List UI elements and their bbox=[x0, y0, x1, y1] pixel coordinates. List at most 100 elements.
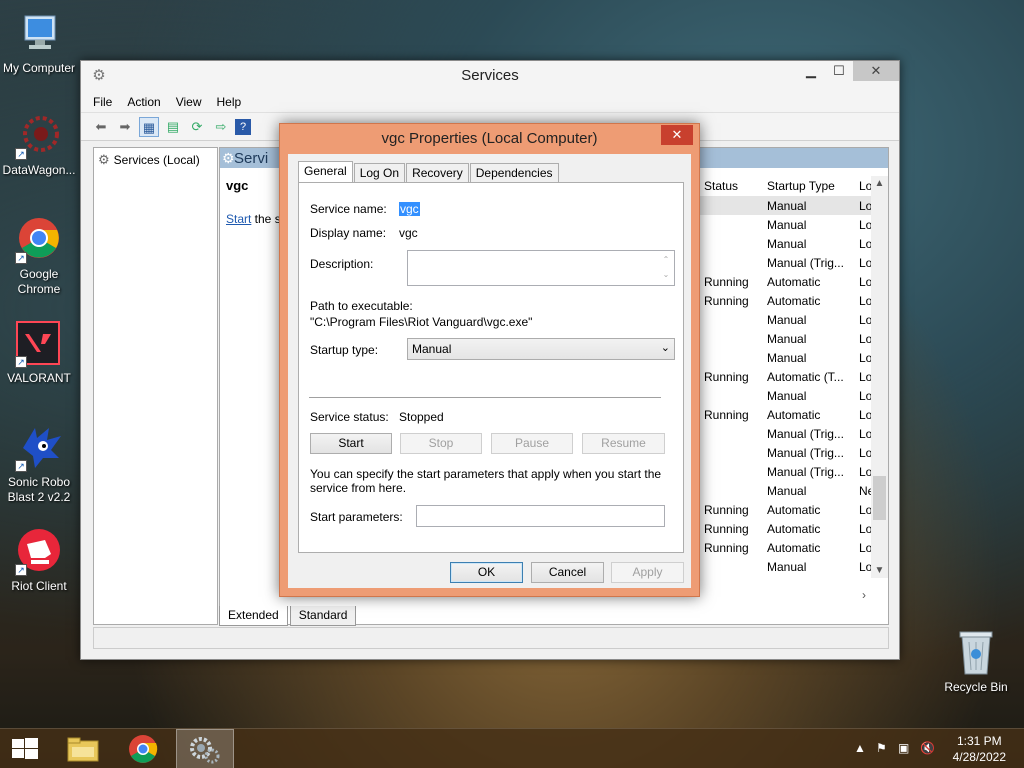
table-row[interactable]: Manual (Trig... Lo bbox=[700, 462, 878, 481]
tab-standard[interactable]: Standard bbox=[289, 606, 357, 626]
startup-type-select[interactable]: Manual ⌄ bbox=[407, 338, 675, 360]
show-tree-icon[interactable]: ▦ bbox=[139, 116, 159, 137]
gear-icon: ⚙ bbox=[222, 150, 235, 166]
forward-arrow-icon[interactable]: ➡ bbox=[115, 117, 135, 137]
dialog-title[interactable]: vgc Properties (Local Computer) bbox=[280, 124, 699, 154]
tab-log-on[interactable]: Log On bbox=[353, 163, 406, 182]
service-status-label: Service status: bbox=[310, 410, 389, 424]
refresh-icon[interactable]: ⟳ bbox=[187, 117, 207, 137]
row-status: Running bbox=[704, 370, 749, 384]
desktop-icon-datawagon[interactable]: ↗ DataWagon... bbox=[0, 112, 78, 178]
table-row[interactable]: Manual Lo bbox=[700, 348, 878, 367]
show-hidden-icons-icon[interactable]: ▲ bbox=[854, 741, 866, 755]
ok-button[interactable]: OK bbox=[450, 562, 523, 583]
display-name-value: vgc bbox=[399, 226, 418, 240]
resume-button[interactable]: Resume bbox=[582, 433, 665, 454]
service-status-value: Stopped bbox=[399, 410, 444, 424]
services-titlebar[interactable]: ⚙ Services ▁ ☐ ✕ bbox=[81, 61, 899, 91]
clock[interactable]: 1:31 PM 4/28/2022 bbox=[953, 733, 1006, 765]
tab-recovery[interactable]: Recovery bbox=[406, 163, 469, 182]
tab-dependencies[interactable]: Dependencies bbox=[469, 163, 559, 182]
network-icon[interactable]: ▣ bbox=[898, 741, 909, 755]
sonic-icon: ↗ bbox=[15, 424, 63, 472]
desktop-icon-label: Sonic Robo Blast 2 v2.2 bbox=[7, 475, 71, 504]
close-button[interactable]: ✕ bbox=[853, 61, 899, 81]
desktop-icon-label: DataWagon... bbox=[2, 163, 76, 177]
taskbar-services[interactable] bbox=[176, 729, 234, 768]
column-startup-type[interactable]: Startup Type bbox=[767, 179, 835, 193]
table-row[interactable]: Manual Lo bbox=[700, 310, 878, 329]
scroll-down-icon[interactable]: ▼ bbox=[871, 565, 888, 576]
minimize-button[interactable]: ▁ bbox=[797, 61, 825, 81]
volume-muted-icon[interactable]: 🔇 bbox=[920, 741, 935, 755]
taskbar-file-explorer[interactable] bbox=[54, 729, 112, 768]
tab-general[interactable]: General bbox=[298, 161, 353, 182]
service-name-text[interactable]: vgc bbox=[399, 202, 420, 216]
selected-service-name: vgc bbox=[226, 178, 249, 193]
tab-extended[interactable]: Extended bbox=[219, 606, 288, 626]
start-params-input[interactable] bbox=[416, 505, 665, 527]
table-row[interactable]: Running Automatic Lo bbox=[700, 272, 878, 291]
table-row[interactable]: Manual Lo bbox=[700, 386, 878, 405]
column-headers: Status Startup Type Lo bbox=[700, 176, 890, 196]
table-row[interactable]: Manual Lo bbox=[700, 329, 878, 348]
desktop-icon-sonic-robo-blast[interactable]: ↗ Sonic Robo Blast 2 v2.2 bbox=[0, 424, 78, 505]
table-row[interactable]: Running Automatic Lo bbox=[700, 405, 878, 424]
row-startup-type: Manual bbox=[767, 332, 807, 346]
menu-action[interactable]: Action bbox=[127, 95, 160, 109]
scroll-up-icon[interactable]: ▲ bbox=[871, 178, 888, 189]
table-row[interactable]: Running Automatic Lo bbox=[700, 500, 878, 519]
menu-view[interactable]: View bbox=[176, 95, 202, 109]
table-row[interactable]: Manual (Trig... Lo bbox=[700, 424, 878, 443]
row-startup-type: Automatic bbox=[767, 541, 821, 555]
table-row[interactable]: Manual Ne bbox=[700, 481, 878, 500]
column-status[interactable]: Status bbox=[704, 179, 738, 193]
table-row[interactable]: Manual Lo bbox=[700, 234, 878, 253]
desktop-icon-riot-client[interactable]: ↗ Riot Client bbox=[0, 528, 78, 594]
properties-icon[interactable]: ▤ bbox=[163, 117, 183, 137]
dialog-close-button[interactable]: ✕ bbox=[661, 125, 693, 145]
description-label: Description: bbox=[310, 257, 374, 271]
description-scrollbar[interactable]: ⌃ ⌄ bbox=[659, 252, 673, 284]
start-button-windows[interactable] bbox=[0, 729, 58, 768]
table-row[interactable]: Running Automatic Lo bbox=[700, 291, 878, 310]
dialog-tabs: General Log On Recovery Dependencies bbox=[298, 161, 560, 182]
table-row[interactable]: Running Automatic (T... Lo bbox=[700, 367, 878, 386]
table-row[interactable]: Manual Lo bbox=[700, 196, 878, 215]
scroll-thumb[interactable] bbox=[873, 476, 886, 520]
start-params-label: Start parameters: bbox=[310, 510, 403, 524]
cancel-button[interactable]: Cancel bbox=[531, 562, 604, 583]
scroll-right-icon[interactable]: › bbox=[862, 588, 866, 602]
menu-file[interactable]: File bbox=[93, 95, 112, 109]
shortcut-arrow-icon: ↗ bbox=[15, 564, 27, 576]
menu-help[interactable]: Help bbox=[217, 95, 242, 109]
desktop-icon-google-chrome[interactable]: ↗ Google Chrome bbox=[0, 216, 78, 297]
divider bbox=[309, 397, 661, 398]
export-icon[interactable]: ⇨ bbox=[211, 117, 231, 137]
description-field[interactable]: ⌃ ⌄ bbox=[407, 250, 675, 286]
apply-button[interactable]: Apply bbox=[611, 562, 684, 583]
desktop-icon-my-computer[interactable]: My Computer bbox=[0, 10, 78, 76]
table-row[interactable]: Manual Lo bbox=[700, 215, 878, 234]
start-service-link[interactable]: Start bbox=[226, 212, 251, 226]
stop-button[interactable]: Stop bbox=[400, 433, 482, 454]
shortcut-arrow-icon: ↗ bbox=[15, 460, 27, 472]
row-startup-type: Automatic bbox=[767, 294, 821, 308]
tree-node-services-local[interactable]: ⚙ Services (Local) bbox=[98, 152, 213, 168]
service-name-value[interactable]: vgc bbox=[399, 202, 420, 216]
table-row[interactable]: Manual (Trig... Lo bbox=[700, 253, 878, 272]
maximize-button[interactable]: ☐ bbox=[825, 61, 853, 81]
back-arrow-icon[interactable]: ⬅ bbox=[91, 117, 111, 137]
taskbar-chrome[interactable] bbox=[114, 729, 172, 768]
table-row[interactable]: Running Automatic Lo bbox=[700, 519, 878, 538]
desktop-icon-valorant[interactable]: ↗ VALORANT bbox=[0, 320, 78, 386]
table-row[interactable]: Manual (Trig... Lo bbox=[700, 443, 878, 462]
vertical-scrollbar[interactable]: ▲ ▼ bbox=[871, 176, 888, 578]
action-center-flag-icon[interactable]: ⚑ bbox=[876, 741, 887, 755]
table-row[interactable]: Manual Lo bbox=[700, 557, 878, 576]
table-row[interactable]: Running Automatic Lo bbox=[700, 538, 878, 557]
desktop-icon-recycle-bin[interactable]: Recycle Bin bbox=[940, 628, 1012, 694]
pause-button[interactable]: Pause bbox=[491, 433, 573, 454]
start-button[interactable]: Start bbox=[310, 433, 392, 454]
help-icon[interactable]: ? bbox=[235, 118, 251, 135]
